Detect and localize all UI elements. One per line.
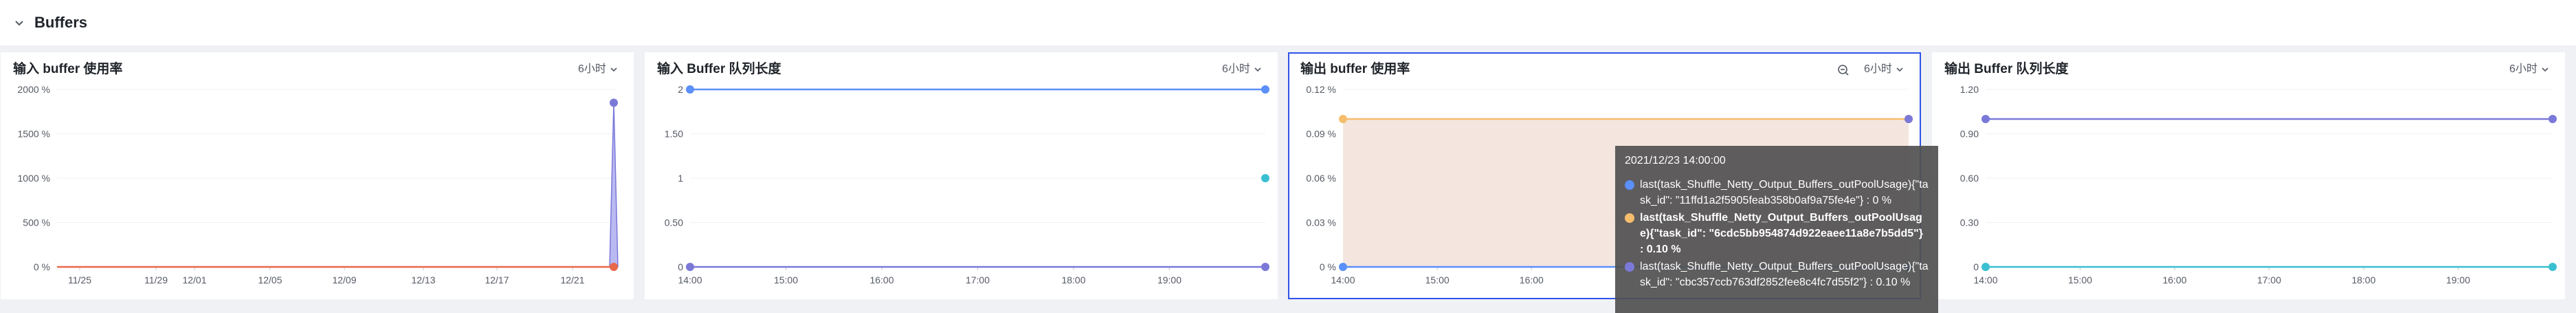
tooltip-row-text: last(task_Shuffle_Netty_Output_Buffers_o…	[1640, 261, 1929, 288]
panel-input-buffer-queue: 输入 Buffer 队列长度 6小时 0 0.50 1 1.50 2 14:00 15:00…	[645, 52, 1278, 299]
panel-input-buffer-usage: 输入 buffer 使用率 6小时 0 % 500 % 1000 % 1500 % 20…	[1, 52, 634, 299]
chevron-down-icon[interactable]	[10, 14, 29, 33]
x-tick-label: 18:00	[2351, 274, 2375, 285]
y-tick-label: 0 %	[34, 261, 50, 272]
tooltip-row: last(task_Shuffle_Netty_Output_Buffers_o…	[1625, 210, 1929, 257]
x-tick-label: 12/21	[560, 274, 584, 285]
x-tick-label: 14:00	[678, 274, 702, 285]
data-point	[686, 85, 694, 94]
data-point	[1339, 263, 1347, 271]
data-point	[1981, 263, 1990, 271]
data-point	[1905, 115, 1913, 123]
x-tick-label: 17:00	[2257, 274, 2281, 285]
y-tick-label: 0.50	[665, 217, 683, 228]
x-tick-label: 16:00	[2162, 274, 2186, 285]
series-dot-icon	[1625, 213, 1634, 223]
chart-input-buffer-queue[interactable]: 0 0.50 1 1.50 2 14:00 15:00 16:00 17:00 18:00 19:0…	[646, 54, 1279, 301]
y-tick-label: 0.60	[1960, 173, 1979, 184]
x-tick-label: 15:00	[2068, 274, 2092, 285]
tooltip-row-text: last(task_Shuffle_Netty_Output_Buffers_o…	[1640, 179, 1929, 206]
x-tick-label: 12/13	[411, 274, 435, 285]
tooltip-row: last(task_Shuffle_Netty_Output_Buffers_o…	[1625, 259, 1929, 290]
y-tick-label: 0.90	[1960, 129, 1979, 140]
x-tick-label: 14:00	[1973, 274, 1997, 285]
x-tick-label: 19:00	[1157, 274, 1181, 285]
chart-input-buffer-usage[interactable]: 0 % 500 % 1000 % 1500 % 2000 % 11/25 11/29 12/0…	[2, 54, 635, 301]
x-tick-label: 17:00	[966, 274, 990, 285]
series-dot-icon	[1625, 262, 1634, 272]
y-tick-label: 2000 %	[18, 84, 50, 95]
x-tick-label: 19:00	[2446, 274, 2470, 285]
tooltip-row: last(task_Shuffle_Netty_Output_Buffers_o…	[1625, 177, 1929, 208]
data-point	[2549, 263, 2557, 271]
x-tick-label: 12/01	[182, 274, 206, 285]
y-tick-label: 1	[678, 173, 683, 184]
y-tick-label: 0 %	[1320, 261, 1336, 272]
data-point	[686, 263, 694, 271]
x-tick-label: 12/09	[332, 274, 356, 285]
chart-output-buffer-queue[interactable]: 0 0.30 0.60 0.90 1.20 14:00 15:00 16:00 17:00 18:…	[1933, 54, 2566, 301]
y-tick-label: 2	[678, 84, 683, 95]
y-tick-label: 500 %	[23, 217, 50, 228]
data-point	[1981, 115, 1990, 123]
x-tick-label: 15:00	[1425, 274, 1450, 285]
x-tick-label: 18:00	[1061, 274, 1085, 285]
y-tick-label: 0	[1973, 261, 1979, 272]
series-area	[609, 102, 619, 268]
panel-output-buffer-queue: 输出 Buffer 队列长度 6小时 0 0.30 0.60 0.90 1.20 14:0…	[1932, 52, 2565, 299]
data-point	[1261, 85, 1269, 94]
y-tick-label: 0.06 %	[1306, 173, 1336, 184]
x-tick-label: 14:00	[1331, 274, 1355, 285]
data-point	[2549, 115, 2557, 123]
x-tick-label: 11/29	[144, 274, 168, 285]
section-title: Buffers	[34, 14, 88, 31]
x-tick-label: 15:00	[774, 274, 798, 285]
x-tick-label: 16:00	[869, 274, 893, 285]
chart-tooltip: 2021/12/23 14:00:00 last(task_Shuffle_Ne…	[1615, 146, 1938, 313]
y-tick-label: 0.03 %	[1306, 217, 1336, 228]
data-point	[1339, 115, 1347, 123]
section-header[interactable]: Buffers	[0, 0, 2576, 45]
y-tick-label: 0.09 %	[1306, 129, 1336, 140]
tooltip-row-text: last(task_Shuffle_Netty_Output_Buffers_o…	[1640, 212, 1923, 255]
y-tick-label: 1.20	[1960, 84, 1979, 95]
x-tick-label: 11/25	[68, 274, 91, 285]
x-tick-label: 12/17	[485, 274, 509, 285]
y-tick-label: 0.12 %	[1306, 84, 1336, 95]
x-tick-label: 12/05	[258, 274, 282, 285]
data-point	[1261, 174, 1269, 182]
x-tick-label: 16:00	[1520, 274, 1544, 285]
data-point	[610, 263, 618, 271]
tooltip-time: 2021/12/23 14:00:00	[1625, 155, 1726, 166]
y-tick-label: 1000 %	[18, 173, 50, 184]
data-point	[1261, 263, 1269, 271]
y-tick-label: 0.30	[1960, 217, 1979, 228]
y-tick-label: 1500 %	[18, 129, 50, 140]
y-tick-label: 1.50	[665, 129, 683, 140]
series-dot-icon	[1625, 180, 1634, 190]
y-tick-label: 0	[678, 261, 683, 272]
data-point	[610, 98, 618, 107]
